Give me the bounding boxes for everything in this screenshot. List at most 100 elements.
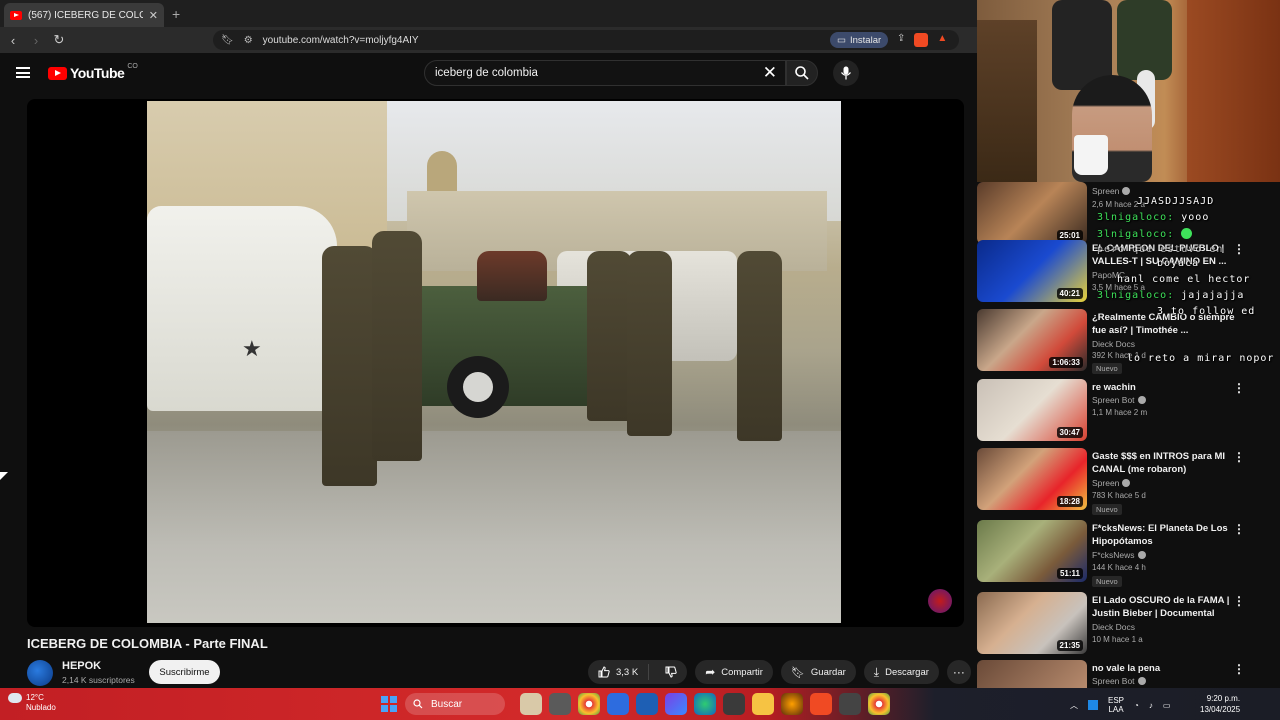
video-thumbnail[interactable]: 40:21 bbox=[977, 240, 1087, 302]
install-app-button[interactable]: ▭ Instalar bbox=[830, 32, 889, 48]
address-bar[interactable]: 🔖︎ ⚙ youtube.com/watch?v=moljyfg4AIY ▭ I… bbox=[213, 30, 959, 50]
app-icon-gray[interactable] bbox=[839, 693, 861, 715]
chat-emote-icon bbox=[1181, 228, 1193, 239]
taskbar-search[interactable]: Buscar bbox=[405, 693, 505, 715]
video-thumbnail[interactable]: 30:47 bbox=[977, 379, 1087, 441]
channel-watermark-icon[interactable] bbox=[928, 589, 952, 613]
video-thumbnail[interactable]: 18:28 bbox=[977, 448, 1087, 510]
share-page-icon[interactable]: ⇪ bbox=[897, 33, 905, 47]
video-duration: 1:06:33 bbox=[1049, 357, 1083, 368]
save-button[interactable]: 🔖︎ Guardar bbox=[780, 660, 856, 684]
copilot-icon[interactable] bbox=[665, 693, 687, 715]
more-options-icon[interactable]: ⋮ bbox=[1233, 242, 1245, 256]
video-title[interactable]: El Lado OSCURO de la FAMA | Justin Biebe… bbox=[1092, 594, 1237, 620]
download-label: Descargar bbox=[885, 666, 929, 678]
battery-icon[interactable]: ▭ bbox=[1163, 701, 1171, 710]
channel-name: Spreen Bot bbox=[1092, 676, 1146, 686]
forward-arrow-icon[interactable]: › bbox=[26, 33, 46, 48]
network-icon[interactable]: ◔ bbox=[1134, 701, 1139, 710]
reload-icon[interactable]: ↻ bbox=[49, 32, 69, 48]
video-duration: 18:28 bbox=[1056, 496, 1083, 507]
dislike-button[interactable] bbox=[655, 666, 687, 678]
video-thumbnail[interactable]: 25:01 bbox=[977, 182, 1087, 244]
more-options-icon[interactable]: ⋮ bbox=[1233, 662, 1245, 676]
windows-start-icon[interactable] bbox=[381, 696, 397, 712]
chat-message: boyaca bbox=[1157, 258, 1200, 269]
volume-icon[interactable]: ♪ bbox=[1149, 701, 1153, 710]
search-button[interactable] bbox=[786, 60, 818, 86]
tray-app-icon[interactable] bbox=[1088, 700, 1098, 710]
brave-rewards-icon[interactable]: ▲ bbox=[937, 33, 947, 47]
store-icon[interactable] bbox=[723, 693, 745, 715]
like-count: 3,3 K bbox=[616, 666, 639, 678]
video-title[interactable]: re wachin bbox=[1092, 381, 1237, 394]
chat-message: 3lnigaloco: bbox=[1097, 228, 1193, 240]
video-duration: 30:47 bbox=[1056, 427, 1083, 438]
channel-name[interactable]: HEPOK bbox=[62, 660, 101, 672]
mouse-cursor-icon bbox=[0, 472, 8, 480]
search-query-text: iceberg de colombia bbox=[435, 67, 538, 79]
chat-message: pero que estuvo en bbox=[1097, 244, 1224, 255]
tray-chevron-icon[interactable]: ︿ bbox=[1070, 700, 1078, 711]
chrome-icon-2[interactable] bbox=[868, 693, 890, 715]
taskbar-clock[interactable]: 9:20 p.m. 13/04/2025 bbox=[1200, 693, 1240, 715]
recommended-video[interactable]: 21:35 El Lado OSCURO de la FAMA | Justin… bbox=[977, 592, 1280, 658]
chat-message: hanl come el hector bbox=[1117, 274, 1251, 285]
like-button[interactable]: 3,3 K bbox=[588, 664, 650, 680]
close-tab-icon[interactable]: ✕ bbox=[149, 9, 158, 22]
recommended-video[interactable]: 51:11 F*cksNews: El Planeta De Los Hipop… bbox=[977, 520, 1280, 587]
video-title[interactable]: F*cksNews: El Planeta De Los Hipopótamos bbox=[1092, 522, 1237, 548]
new-tab-icon[interactable]: + bbox=[172, 6, 180, 22]
share-button[interactable]: ➦ Compartir bbox=[695, 660, 773, 684]
more-options-icon[interactable]: ⋮ bbox=[1233, 594, 1245, 608]
recommended-video[interactable]: no vale la pena Spreen Bot ⋮ bbox=[977, 660, 1280, 688]
weather-temp: 12°C bbox=[26, 693, 44, 703]
task-view-icon[interactable] bbox=[549, 693, 571, 715]
channel-name: F*cksNews bbox=[1092, 550, 1146, 560]
menu-icon[interactable] bbox=[16, 67, 30, 78]
channel-name: Dieck Docs bbox=[1092, 339, 1135, 349]
recommended-video[interactable]: 1:06:33 ¿Realmente CAMBIO o siempre fue … bbox=[977, 309, 1280, 375]
download-button[interactable]: ⤓ Descargar bbox=[863, 660, 939, 684]
language-indicator[interactable]: ESP LAA bbox=[1108, 696, 1124, 714]
video-player[interactable]: ★ bbox=[27, 99, 964, 627]
youtube-logo[interactable]: YouTube CO bbox=[48, 63, 138, 81]
recommended-video[interactable]: 30:47 re wachin Spreen Bot 1,1 M hace 2 … bbox=[977, 379, 1280, 445]
clear-search-icon[interactable]: ✕ bbox=[763, 63, 777, 83]
screen: (567) ICEBERG DE COLOMBIA - P ✕ + ‹ › ↻ … bbox=[0, 0, 1280, 720]
browser-tab-active[interactable]: (567) ICEBERG DE COLOMBIA - P ✕ bbox=[4, 3, 164, 27]
more-options-icon[interactable]: ⋮ bbox=[1233, 522, 1245, 536]
edge-icon[interactable] bbox=[694, 693, 716, 715]
url-text: youtube.com/watch?v=moljyfg4AIY bbox=[262, 34, 419, 46]
bookmark-icon[interactable]: 🔖︎ bbox=[221, 35, 234, 46]
tab-title: (567) ICEBERG DE COLOMBIA - P bbox=[28, 9, 143, 21]
file-explorer-icon[interactable] bbox=[752, 693, 774, 715]
video-thumbnail[interactable]: 1:06:33 bbox=[977, 309, 1087, 371]
video-thumbnail[interactable]: 21:35 bbox=[977, 592, 1087, 654]
video-title[interactable]: no vale la pena bbox=[1092, 662, 1237, 675]
more-options-icon[interactable]: ⋮ bbox=[1233, 450, 1245, 464]
more-options-icon[interactable]: ⋮ bbox=[1233, 381, 1245, 395]
youtube-header: YouTube CO iceberg de colombia ✕ bbox=[0, 53, 977, 95]
view-meta: 10 M hace 1 a bbox=[1092, 635, 1143, 644]
channel-avatar[interactable] bbox=[27, 660, 53, 686]
video-title[interactable]: Gaste $$$ en INTROS para MI CANAL (me ro… bbox=[1092, 450, 1237, 476]
taskbar-app-icon[interactable] bbox=[520, 693, 542, 715]
more-actions-button[interactable]: ··· bbox=[946, 660, 971, 684]
outlook-icon[interactable] bbox=[636, 693, 658, 715]
app-icon-blue[interactable] bbox=[607, 693, 629, 715]
app-icon-orange[interactable] bbox=[781, 693, 803, 715]
brave-icon[interactable] bbox=[810, 693, 832, 715]
weather-widget[interactable]: 12°C Nublado bbox=[8, 693, 56, 713]
brave-shield-icon[interactable] bbox=[914, 33, 929, 47]
video-thumbnail[interactable] bbox=[977, 660, 1087, 688]
subscribe-button[interactable]: Suscribirme bbox=[149, 660, 220, 684]
search-input[interactable]: iceberg de colombia ✕ bbox=[424, 60, 786, 86]
video-thumbnail[interactable]: 51:11 bbox=[977, 520, 1087, 582]
recommended-video[interactable]: 18:28 Gaste $$$ en INTROS para MI CANAL … bbox=[977, 448, 1280, 515]
voice-search-button[interactable] bbox=[833, 60, 859, 86]
site-info-icon[interactable]: ⚙ bbox=[244, 35, 253, 46]
chrome-icon[interactable] bbox=[578, 693, 600, 715]
back-arrow-icon[interactable]: ‹ bbox=[3, 33, 23, 48]
channel-name: Spreen bbox=[1092, 478, 1131, 488]
